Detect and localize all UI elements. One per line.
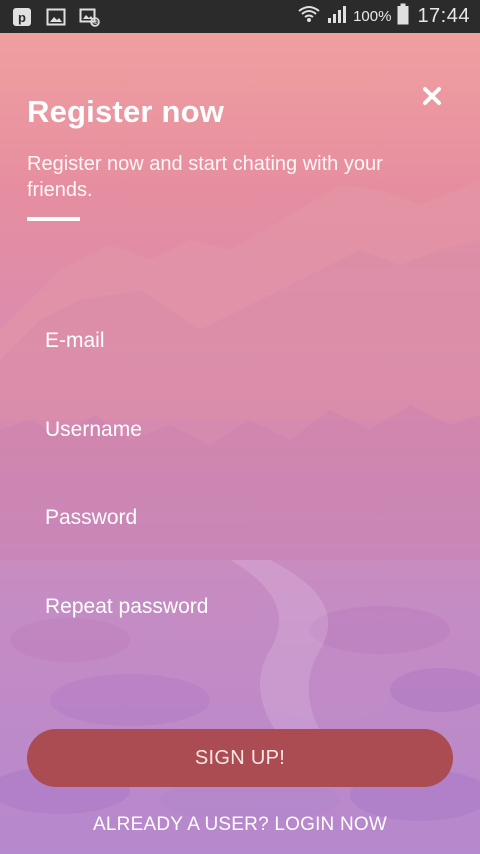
gallery-icon <box>44 5 68 29</box>
page-title: Register now <box>27 94 225 129</box>
wifi-icon <box>297 4 321 29</box>
svg-text:p: p <box>18 10 26 25</box>
signal-icon <box>327 4 349 29</box>
close-icon <box>423 87 441 105</box>
username-field[interactable] <box>45 410 435 450</box>
email-field[interactable] <box>45 321 435 361</box>
repeat-password-field[interactable] <box>45 587 435 627</box>
screenshot-icon: @ <box>78 5 102 29</box>
battery-icon <box>397 3 409 30</box>
login-link[interactable]: ALREADY A USER? LOGIN NOW <box>0 814 480 836</box>
page-subtitle: Register now and start chating with your… <box>27 153 383 201</box>
status-bar: p @ 100% 17:44 <box>0 0 480 33</box>
battery-percent: 100% <box>353 8 392 25</box>
title-underline <box>27 217 80 221</box>
sign-up-button[interactable]: SIGN UP! <box>27 729 453 787</box>
clock: 17:44 <box>417 5 470 27</box>
svg-text:@: @ <box>92 20 98 26</box>
p-notification-icon: p <box>10 5 34 29</box>
close-button[interactable] <box>418 82 446 110</box>
password-field[interactable] <box>45 498 435 538</box>
